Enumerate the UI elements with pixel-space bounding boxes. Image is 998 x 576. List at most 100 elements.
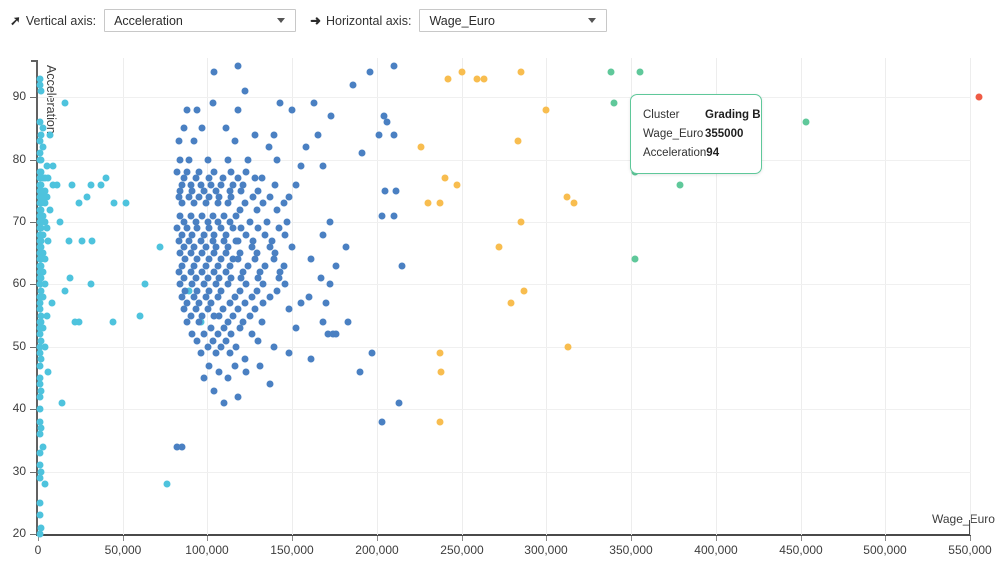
scatter-point[interactable] xyxy=(395,400,402,407)
scatter-point[interactable] xyxy=(565,343,572,350)
scatter-point[interactable] xyxy=(123,200,130,207)
scatter-point[interactable] xyxy=(75,200,82,207)
scatter-point[interactable] xyxy=(975,94,982,101)
scatter-point[interactable] xyxy=(285,194,292,201)
scatter-point[interactable] xyxy=(328,112,335,119)
scatter-point[interactable] xyxy=(250,194,257,201)
scatter-point[interactable] xyxy=(243,231,250,238)
scatter-point[interactable] xyxy=(229,225,236,232)
vertical-axis-select[interactable]: Acceleration xyxy=(104,9,296,32)
scatter-point[interactable] xyxy=(273,206,280,213)
scatter-point[interactable] xyxy=(84,194,91,201)
scatter-point[interactable] xyxy=(211,69,218,76)
scatter-point[interactable] xyxy=(333,331,340,338)
scatter-point[interactable] xyxy=(201,375,208,382)
scatter-point[interactable] xyxy=(345,318,352,325)
scatter-point[interactable] xyxy=(180,125,187,132)
scatter-point[interactable] xyxy=(231,137,238,144)
scatter-point[interactable] xyxy=(194,337,201,344)
scatter-point[interactable] xyxy=(223,125,230,132)
scatter-point[interactable] xyxy=(211,387,218,394)
scatter-point[interactable] xyxy=(67,275,74,282)
scatter-point[interactable] xyxy=(390,63,397,70)
scatter-point[interactable] xyxy=(241,200,248,207)
scatter-point[interactable] xyxy=(36,393,43,400)
scatter-point[interactable] xyxy=(53,181,60,188)
scatter-point[interactable] xyxy=(273,287,280,294)
scatter-point[interactable] xyxy=(260,200,267,207)
scatter-point[interactable] xyxy=(194,225,201,232)
scatter-point[interactable] xyxy=(258,175,265,182)
scatter-point[interactable] xyxy=(224,281,231,288)
scatter-point[interactable] xyxy=(253,287,260,294)
scatter-point[interactable] xyxy=(399,262,406,269)
scatter-point[interactable] xyxy=(297,162,304,169)
scatter-point[interactable] xyxy=(241,88,248,95)
scatter-point[interactable] xyxy=(453,181,460,188)
scatter-point[interactable] xyxy=(272,181,279,188)
scatter-point[interactable] xyxy=(438,368,445,375)
scatter-point[interactable] xyxy=(36,531,43,538)
scatter-point[interactable] xyxy=(245,156,252,163)
scatter-point[interactable] xyxy=(141,281,148,288)
scatter-point[interactable] xyxy=(514,137,521,144)
scatter-point[interactable] xyxy=(196,318,203,325)
scatter-point[interactable] xyxy=(611,100,618,107)
scatter-point[interactable] xyxy=(280,200,287,207)
scatter-point[interactable] xyxy=(390,212,397,219)
scatter-point[interactable] xyxy=(75,318,82,325)
scatter-point[interactable] xyxy=(233,212,240,219)
scatter-point[interactable] xyxy=(87,281,94,288)
scatter-point[interactable] xyxy=(175,137,182,144)
scatter-point[interactable] xyxy=(68,181,75,188)
scatter-point[interactable] xyxy=(260,281,267,288)
scatter-point[interactable] xyxy=(343,244,350,251)
scatter-point[interactable] xyxy=(543,106,550,113)
scatter-point[interactable] xyxy=(233,237,240,244)
scatter-point[interactable] xyxy=(204,306,211,313)
scatter-point[interactable] xyxy=(636,69,643,76)
scatter-point[interactable] xyxy=(87,181,94,188)
scatter-point[interactable] xyxy=(246,219,253,226)
scatter-point[interactable] xyxy=(243,281,250,288)
scatter-point[interactable] xyxy=(275,225,282,232)
scatter-point[interactable] xyxy=(285,306,292,313)
scatter-point[interactable] xyxy=(62,100,69,107)
scatter-point[interactable] xyxy=(246,312,253,319)
scatter-point[interactable] xyxy=(41,343,48,350)
scatter-point[interactable] xyxy=(41,481,48,488)
scatter-point[interactable] xyxy=(197,350,204,357)
scatter-point[interactable] xyxy=(223,337,230,344)
scatter-point[interactable] xyxy=(284,219,291,226)
scatter-point[interactable] xyxy=(50,162,57,169)
scatter-point[interactable] xyxy=(224,200,231,207)
scatter-point[interactable] xyxy=(248,331,255,338)
scatter-point[interactable] xyxy=(236,287,243,294)
scatter-point[interactable] xyxy=(245,262,252,269)
scatter-point[interactable] xyxy=(38,88,45,95)
scatter-point[interactable] xyxy=(224,375,231,382)
scatter-point[interactable] xyxy=(251,306,258,313)
scatter-point[interactable] xyxy=(418,144,425,151)
scatter-point[interactable] xyxy=(36,406,43,413)
scatter-point[interactable] xyxy=(236,325,243,332)
scatter-point[interactable] xyxy=(255,187,262,194)
scatter-point[interactable] xyxy=(214,200,221,207)
scatter-point[interactable] xyxy=(357,368,364,375)
scatter-point[interactable] xyxy=(109,318,116,325)
scatter-point[interactable] xyxy=(157,244,164,251)
scatter-point[interactable] xyxy=(521,287,528,294)
scatter-point[interactable] xyxy=(223,250,230,257)
scatter-point[interactable] xyxy=(297,300,304,307)
scatter-point[interactable] xyxy=(36,499,43,506)
scatter-point[interactable] xyxy=(58,400,65,407)
scatter-point[interactable] xyxy=(216,368,223,375)
scatter-point[interactable] xyxy=(187,250,194,257)
scatter-point[interactable] xyxy=(379,418,386,425)
scatter-point[interactable] xyxy=(263,219,270,226)
scatter-point[interactable] xyxy=(253,206,260,213)
scatter-point[interactable] xyxy=(97,181,104,188)
scatter-point[interactable] xyxy=(382,187,389,194)
scatter-point[interactable] xyxy=(267,194,274,201)
scatter-point[interactable] xyxy=(199,250,206,257)
